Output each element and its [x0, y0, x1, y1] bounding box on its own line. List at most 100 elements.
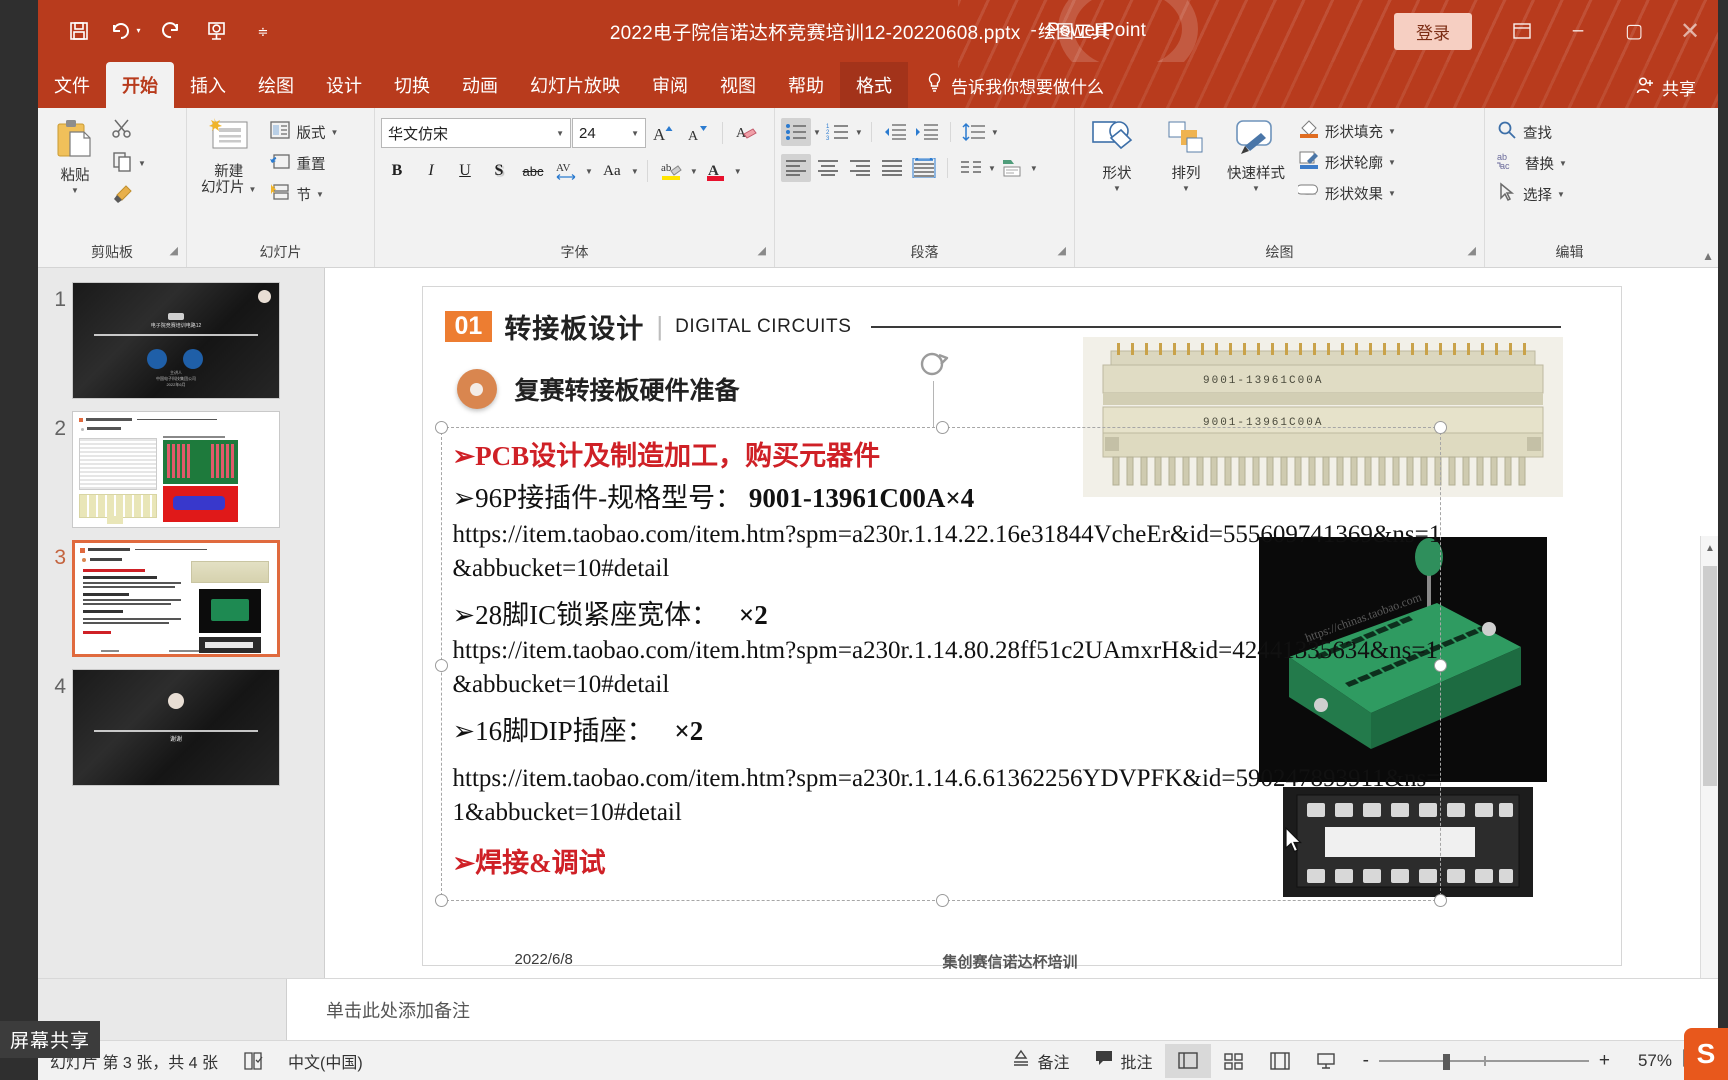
collapse-ribbon-button[interactable]: ▲ — [1702, 249, 1714, 263]
sign-in-button[interactable]: 登录 — [1394, 12, 1472, 50]
decrease-indent-button[interactable] — [880, 118, 910, 146]
bullets-caret[interactable]: ▼ — [813, 128, 821, 137]
change-case-caret[interactable]: ▼ — [631, 167, 639, 176]
slide-canvas[interactable]: 01 转接板设计 | DIGITAL CIRCUITS 复赛转接板硬件准备 90… — [421, 286, 1622, 971]
arrange-caret[interactable]: ▼ — [1182, 184, 1190, 193]
columns-button[interactable] — [956, 154, 986, 182]
clear-formatting-icon[interactable]: A — [731, 118, 763, 148]
shapes-caret[interactable]: ▼ — [1113, 184, 1121, 193]
numbering-button[interactable]: 123 — [823, 118, 853, 146]
arrange-button[interactable]: 排列 ▼ — [1153, 112, 1219, 197]
zoom-level-label[interactable]: 57% — [1620, 1051, 1672, 1071]
tab-draw[interactable]: 绘图 — [242, 62, 310, 108]
tab-format[interactable]: 格式 — [840, 62, 908, 108]
comments-toggle-button[interactable]: 批注 — [1082, 1041, 1165, 1080]
character-spacing-caret[interactable]: ▼ — [585, 167, 593, 176]
thumbnail-preview-current[interactable] — [72, 540, 280, 657]
new-slide-dropdown-caret[interactable]: ▼ — [249, 185, 257, 194]
tab-file[interactable]: 文件 — [38, 62, 106, 108]
paste-button[interactable]: 粘贴 ▼ — [44, 112, 106, 199]
quick-styles-caret[interactable]: ▼ — [1252, 184, 1260, 193]
replace-caret[interactable]: ▼ — [1559, 159, 1567, 168]
font-name-combobox[interactable]: 华文仿宋 ▼ — [381, 118, 571, 148]
align-right-button[interactable] — [845, 154, 875, 182]
thumbnail-item-1[interactable]: 1 电子院竞赛培训电路12 主讲人 中国电子科技集团公司 2022年6月 — [38, 276, 324, 405]
tab-insert[interactable]: 插入 — [174, 62, 242, 108]
increase-indent-button[interactable] — [912, 118, 942, 146]
resize-handle-sw[interactable] — [434, 894, 448, 907]
shape-effects-button[interactable]: 形状效果 ▼ — [1293, 179, 1401, 207]
slide-sorter-view-button[interactable] — [1211, 1044, 1257, 1078]
zoom-slider[interactable] — [1378, 1053, 1589, 1070]
paste-dropdown-caret[interactable]: ▼ — [71, 186, 79, 195]
slide-thumbnail-pane[interactable]: 1 电子院竞赛培训电路12 主讲人 中国电子科技集团公司 2022年6月 2 3… — [38, 268, 325, 978]
convert-to-smartart-button[interactable] — [998, 154, 1028, 182]
character-spacing-button[interactable]: AV — [551, 156, 583, 186]
distribute-button[interactable] — [909, 154, 939, 182]
notes-pane[interactable]: 单击此处添加备注 — [38, 978, 1718, 1041]
shape-fill-caret[interactable]: ▼ — [1388, 127, 1396, 136]
resize-handle-ne[interactable] — [1433, 421, 1447, 434]
font-color-button[interactable]: A — [700, 156, 732, 186]
scroll-up-icon[interactable]: ▲ — [1701, 538, 1719, 558]
font-dialog-launcher[interactable]: ◢ — [758, 240, 766, 262]
notes-placeholder[interactable]: 单击此处添加备注 — [326, 997, 470, 1023]
thumbnail-item-2[interactable]: 2 — [38, 405, 324, 534]
align-left-button[interactable] — [781, 154, 811, 182]
start-slideshow-icon[interactable] — [196, 9, 238, 53]
share-button[interactable]: 共享 — [1635, 75, 1696, 100]
slide-line-7-url[interactable]: https://item.taobao.com/item.htm?spm=a23… — [453, 765, 1441, 826]
language-status[interactable]: 中文(中国) — [276, 1041, 375, 1080]
line-spacing-caret[interactable]: ▼ — [991, 128, 999, 137]
customize-qat-icon[interactable]: ≑ — [242, 9, 284, 53]
find-button[interactable]: 查找 — [1491, 118, 1572, 146]
shape-fill-button[interactable]: 形状填充 ▼ — [1293, 117, 1401, 145]
notes-toggle-button[interactable]: 备注 — [999, 1041, 1082, 1080]
zoom-slider-knob[interactable] — [1442, 1053, 1450, 1070]
accessibility-icon[interactable] — [230, 1041, 276, 1080]
reading-view-button[interactable] — [1257, 1044, 1303, 1078]
font-name-caret[interactable]: ▼ — [556, 129, 564, 138]
scrollbar-thumb[interactable] — [1703, 566, 1717, 786]
select-caret[interactable]: ▼ — [1557, 190, 1565, 199]
numbering-caret[interactable]: ▼ — [855, 128, 863, 137]
slideshow-view-button[interactable] — [1303, 1044, 1349, 1078]
bullets-button[interactable] — [781, 118, 811, 146]
resize-handle-s[interactable] — [935, 894, 949, 907]
tab-help[interactable]: 帮助 — [772, 62, 840, 108]
maximize-button[interactable]: ▢ — [1606, 0, 1662, 62]
font-color-caret[interactable]: ▼ — [734, 167, 742, 176]
tab-home[interactable]: 开始 — [106, 62, 174, 108]
smartart-caret[interactable]: ▼ — [1030, 164, 1038, 173]
undo-icon[interactable]: ▾ — [104, 9, 146, 53]
justify-button[interactable] — [877, 154, 907, 182]
line-spacing-button[interactable] — [959, 118, 989, 146]
tab-transitions[interactable]: 切换 — [378, 62, 446, 108]
shape-outline-button[interactable]: 形状轮廓 ▼ — [1293, 148, 1401, 176]
ime-indicator[interactable]: S — [1684, 1028, 1728, 1080]
tab-review[interactable]: 审阅 — [636, 62, 704, 108]
italic-button[interactable]: I — [415, 156, 447, 186]
section-caret[interactable]: ▼ — [316, 190, 324, 199]
save-icon[interactable] — [58, 9, 100, 53]
resize-handle-nw[interactable] — [434, 421, 448, 434]
zoom-in-button[interactable]: + — [1599, 1050, 1610, 1072]
change-case-button[interactable]: Aa — [595, 156, 629, 186]
text-highlight-caret[interactable]: ▼ — [690, 167, 698, 176]
slide-text-body[interactable]: ➢PCB设计及制造加工，购买元器件 ➢96P接插件-规格型号： 9001-139… — [453, 437, 1443, 883]
tab-design[interactable]: 设计 — [310, 62, 378, 108]
tab-slideshow[interactable]: 幻灯片放映 — [514, 62, 636, 108]
shapes-button[interactable]: 形状 ▼ — [1081, 112, 1153, 197]
bold-button[interactable]: B — [381, 156, 413, 186]
zoom-out-button[interactable]: - — [1363, 1050, 1369, 1072]
align-center-button[interactable] — [813, 154, 843, 182]
shape-outline-caret[interactable]: ▼ — [1388, 158, 1396, 167]
quick-styles-button[interactable]: 快速样式 ▼ — [1219, 112, 1293, 197]
select-button[interactable]: 选择 ▼ — [1491, 180, 1572, 208]
resize-handle-se[interactable] — [1433, 894, 1447, 907]
paragraph-dialog-launcher[interactable]: ◢ — [1058, 240, 1066, 262]
thumbnail-item-4[interactable]: 4 谢谢 — [38, 663, 324, 792]
minimize-button[interactable]: – — [1550, 0, 1606, 62]
replace-button[interactable]: ab ac 替换 ▼ — [1491, 149, 1572, 177]
copy-button[interactable]: ▼ — [106, 148, 151, 178]
